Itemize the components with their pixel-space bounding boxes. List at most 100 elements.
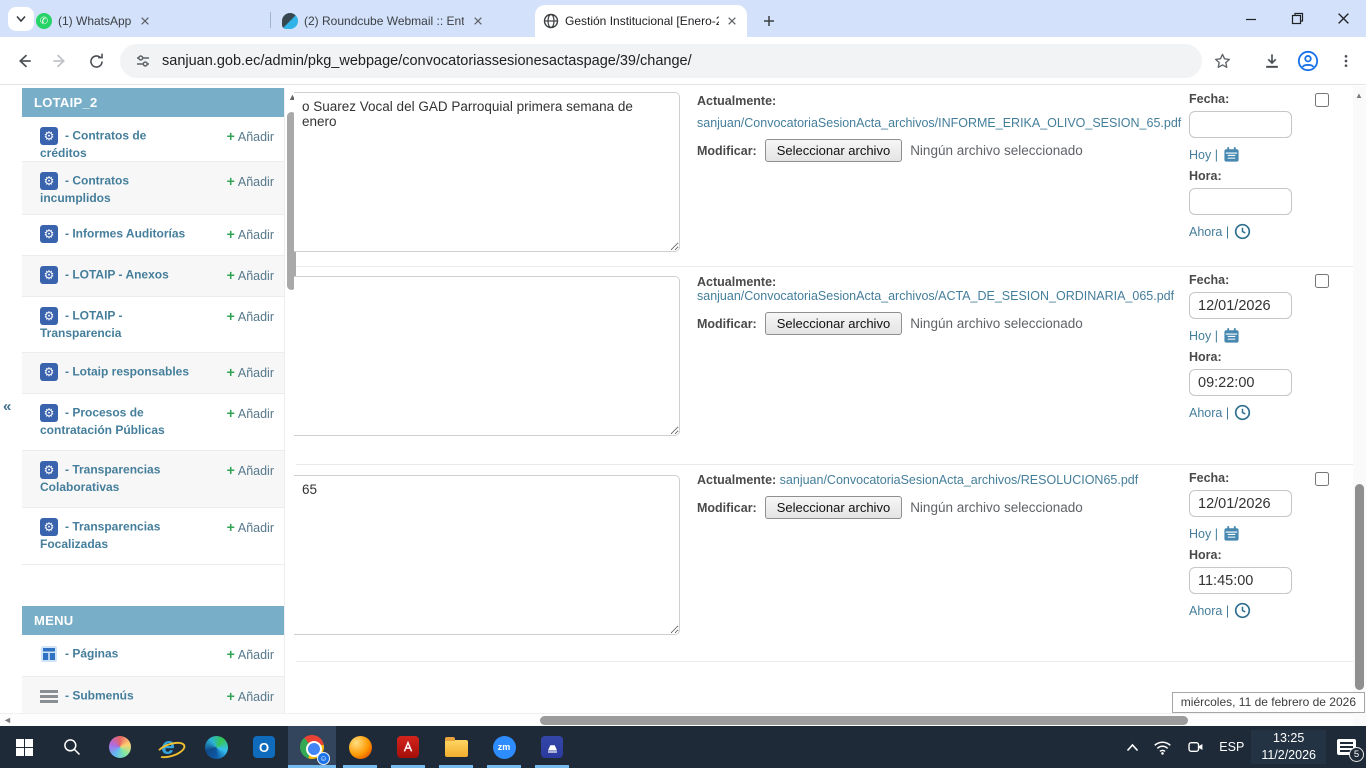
select-file-button[interactable]: Seleccionar archivo [765, 139, 902, 162]
file-link[interactable]: sanjuan/ConvocatoriaSesionActa_archivos/… [780, 473, 1139, 487]
clock-icon[interactable] [1234, 404, 1251, 421]
add-link[interactable]: +Añadir [227, 462, 274, 478]
forward-button[interactable] [48, 49, 72, 73]
description-textarea[interactable] [294, 276, 680, 436]
vertical-scrollbar[interactable]: ▲ ▼ [1353, 86, 1366, 726]
close-tab-icon[interactable] [470, 13, 486, 29]
add-plus-icon: + [227, 462, 235, 478]
taskbar-copilot-button[interactable] [96, 726, 144, 768]
tray-network-button[interactable] [1146, 726, 1179, 768]
add-link[interactable]: +Añadir [227, 646, 274, 662]
sidebar-item-procesos-contratacion[interactable]: ⚙- Procesos de contratación Públicas +Añ… [22, 394, 284, 451]
bookmark-button[interactable] [1210, 49, 1234, 73]
hora-input[interactable] [1189, 369, 1292, 396]
ahora-link[interactable]: Ahora | [1189, 406, 1229, 420]
file-link[interactable]: sanjuan/ConvocatoriaSesionActa_archivos/… [697, 116, 1181, 130]
taskbar-acrobat-button[interactable] [384, 726, 432, 768]
hora-input[interactable] [1189, 567, 1292, 594]
add-link[interactable]: +Añadir [227, 267, 274, 283]
ahora-link[interactable]: Ahora | [1189, 225, 1229, 239]
tab-whatsapp[interactable]: ✆ (1) WhatsApp [28, 5, 266, 37]
taskbar-clock[interactable]: 13:25 11/2/2026 [1251, 730, 1326, 764]
add-link[interactable]: +Añadir [227, 519, 274, 535]
calendar-icon[interactable] [1223, 525, 1240, 542]
hoy-link[interactable]: Hoy | [1189, 527, 1218, 541]
row-checkbox[interactable] [1315, 93, 1329, 107]
clock-icon[interactable] [1234, 602, 1251, 619]
restore-button[interactable] [1274, 0, 1320, 37]
hora-label: Hora: [1189, 350, 1314, 364]
fecha-input[interactable] [1189, 490, 1292, 517]
add-link[interactable]: +Añadir [227, 405, 274, 421]
calendar-icon[interactable] [1223, 146, 1240, 163]
horizontal-scrollbar[interactable]: ◄ [0, 713, 1353, 726]
taskbar-firefox-button[interactable] [336, 726, 384, 768]
reload-button[interactable] [84, 49, 108, 73]
profile-button[interactable] [1296, 49, 1320, 73]
taskbar-ie-button[interactable]: e [144, 726, 192, 768]
taskbar-edge-button[interactable] [192, 726, 240, 768]
tray-meetnow-button[interactable] [1179, 726, 1212, 768]
fecha-input[interactable] [1189, 111, 1292, 138]
sidebar-item-contratos-creditos[interactable]: ⚙- Contratos de créditos +Añadir [22, 117, 284, 162]
hoy-link[interactable]: Hoy | [1189, 148, 1218, 162]
add-link[interactable]: +Añadir [227, 308, 274, 324]
language-indicator[interactable]: ESP [1212, 726, 1251, 768]
row-checkbox[interactable] [1315, 472, 1329, 486]
add-link[interactable]: +Añadir [227, 688, 274, 704]
new-tab-button[interactable] [757, 9, 781, 33]
sidebar-item-lotaip-anexos[interactable]: ⚙- LOTAIP - Anexos +Añadir [22, 256, 284, 297]
description-textarea[interactable]: o Suarez Vocal del GAD Parroquial primer… [294, 92, 680, 252]
sidebar-item-lotaip-responsables[interactable]: ⚙- Lotaip responsables +Añadir [22, 353, 284, 394]
taskbar-scanner-button[interactable] [528, 726, 576, 768]
start-button[interactable] [0, 726, 48, 768]
tab-gestion-institucional[interactable]: Gestión Institucional [Enero-202 [535, 5, 747, 37]
close-tab-icon[interactable] [137, 13, 153, 29]
ahora-link[interactable]: Ahora | [1189, 604, 1229, 618]
select-file-button[interactable]: Seleccionar archivo [765, 312, 902, 335]
fecha-input[interactable] [1189, 292, 1292, 319]
add-link[interactable]: +Añadir [227, 364, 274, 380]
scroll-up-icon[interactable]: ▲ [1355, 91, 1363, 100]
close-tab-icon[interactable] [725, 13, 739, 29]
notification-center-button[interactable]: 5 [1326, 726, 1366, 768]
address-bar[interactable]: sanjuan.gob.ec/admin/pkg_webpage/convoca… [120, 44, 1202, 78]
row-checkbox[interactable] [1315, 274, 1329, 288]
taskbar-chrome-button[interactable]: ☺ [288, 726, 336, 768]
sidebar-item-informes-auditorias[interactable]: ⚙- Informes Auditorías +Añadir [22, 215, 284, 256]
sidebar-item-transparencias-focalizadas[interactable]: ⚙- Transparencias Focalizadas +Añadir [22, 508, 284, 565]
close-window-button[interactable] [1320, 0, 1366, 37]
chevron-down-icon [16, 15, 26, 23]
scroll-left-icon[interactable]: ◄ [3, 715, 12, 725]
sidebar-item-transparencias-colaborativas[interactable]: ⚙- Transparencias Colaborativas +Añadir [22, 451, 284, 508]
sidebar-item-contratos-incumplidos[interactable]: ⚙- Contratos incumplidos +Añadir [22, 162, 284, 215]
collapse-sidebar-icon[interactable]: « [3, 398, 11, 415]
sidebar-item-lotaip-transparencia[interactable]: ⚙- LOTAIP - Transparencia +Añadir [22, 297, 284, 353]
add-plus-icon: + [227, 226, 235, 242]
taskbar-search-button[interactable] [48, 726, 96, 768]
downloads-button[interactable] [1260, 49, 1284, 73]
add-link[interactable]: +Añadir [227, 128, 274, 144]
module-header-menu: MENU [22, 606, 284, 635]
add-link[interactable]: +Añadir [227, 226, 274, 242]
description-textarea[interactable]: 65 [294, 475, 680, 635]
horizontal-scrollbar-thumb[interactable] [540, 716, 1188, 725]
vertical-scrollbar-thumb[interactable] [1355, 484, 1364, 690]
tray-expand-button[interactable] [1119, 726, 1146, 768]
clock-icon[interactable] [1234, 223, 1251, 240]
minimize-button[interactable] [1228, 0, 1274, 37]
hoy-link[interactable]: Hoy | [1189, 329, 1218, 343]
file-link[interactable]: sanjuan/ConvocatoriaSesionActa_archivos/… [697, 289, 1174, 303]
back-button[interactable] [12, 49, 36, 73]
taskbar-outlook-button[interactable]: O [240, 726, 288, 768]
calendar-icon[interactable] [1223, 327, 1240, 344]
add-link[interactable]: +Añadir [227, 173, 274, 189]
tab-roundcube[interactable]: (2) Roundcube Webmail :: Entra [274, 5, 504, 37]
sidebar-item-paginas[interactable]: - Páginas +Añadir [22, 635, 284, 677]
browser-menu-button[interactable] [1334, 49, 1358, 73]
taskbar-explorer-button[interactable] [432, 726, 480, 768]
select-file-button[interactable]: Seleccionar archivo [765, 496, 902, 519]
taskbar-zoom-button[interactable]: zm [480, 726, 528, 768]
camera-icon [1186, 739, 1205, 755]
hora-input[interactable] [1189, 188, 1292, 215]
